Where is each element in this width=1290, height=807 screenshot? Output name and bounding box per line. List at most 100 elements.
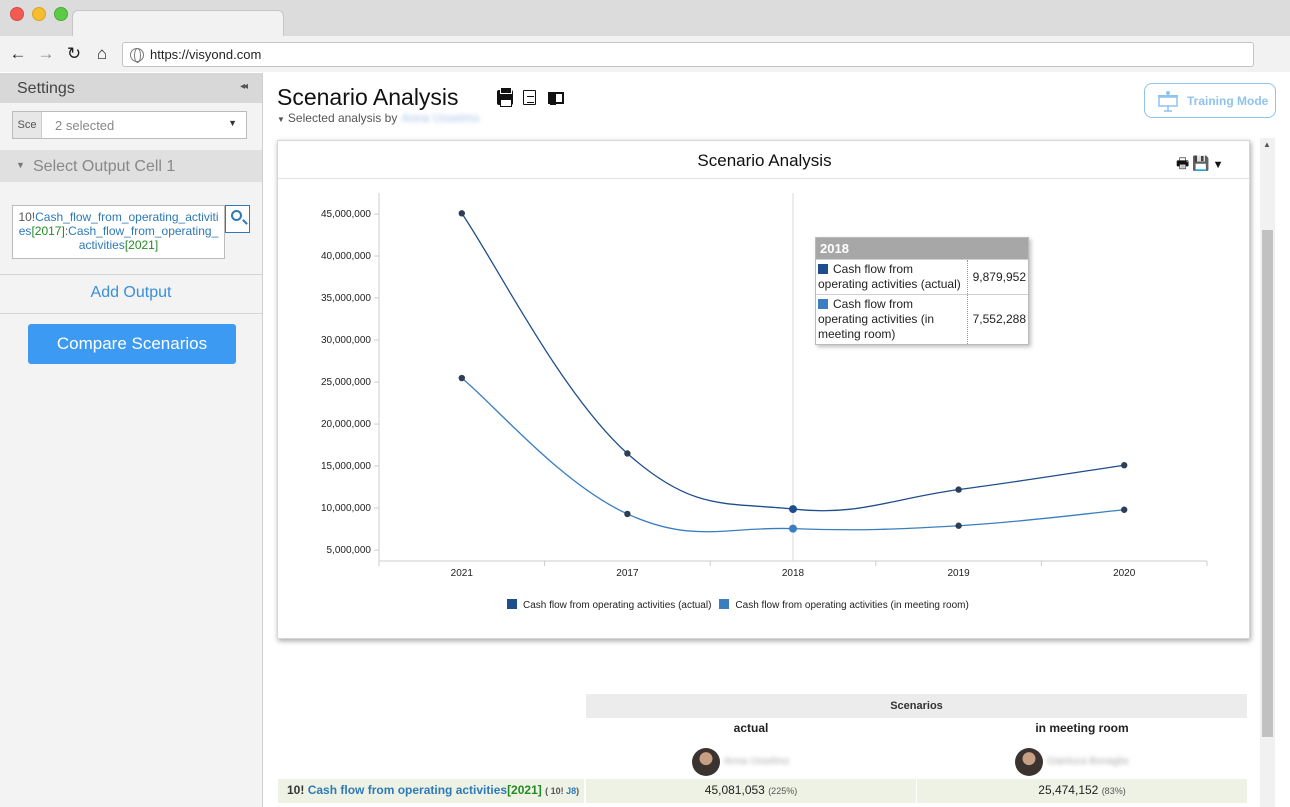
cell-search-button[interactable] — [225, 205, 250, 233]
cell-percent: (225%) — [768, 786, 798, 796]
address-bar[interactable]: https://visyond.com — [122, 42, 1254, 67]
add-output-link[interactable]: Add Output — [0, 284, 262, 302]
divider — [0, 313, 262, 314]
row-prefix: 10! — [287, 783, 305, 797]
caret-down-icon: ▼ — [228, 118, 237, 128]
cell-value: 25,474,152 — [1038, 783, 1099, 797]
export-document-icon[interactable] — [523, 90, 536, 105]
cell-value: 45,081,053 — [704, 783, 765, 797]
browser-chrome: ← → ↻ ⌂ https://visyond.com — [0, 0, 1290, 72]
chart-card: Scenario Analysis 🖶 💾 ▼ 5,000,000 10,000,00… — [277, 140, 1250, 639]
scenario-select-prefix: Sce — [13, 112, 42, 138]
tooltip-series-value: 7,552,288 — [972, 312, 1026, 326]
tooltip-header: 2018 — [816, 238, 1028, 259]
tooltip-series-name: Cash flow from operating activities (in … — [818, 297, 935, 341]
output-cell-input[interactable]: 10!Cash_flow_from_operating_activities[2… — [12, 205, 225, 259]
book-icon[interactable] — [548, 92, 564, 105]
output-cell-section-label: Select Output Cell 1 — [33, 158, 176, 175]
row-ref-prefix: ( 10! — [545, 786, 564, 796]
row-year: [2021] — [507, 783, 542, 797]
data-point — [789, 505, 797, 514]
forward-arrow-icon[interactable]: → — [36, 44, 56, 64]
avatar — [1015, 748, 1043, 776]
training-mode-button[interactable]: Training Mode — [1144, 83, 1276, 118]
table-cell: 45,081,053 (225%) — [586, 779, 916, 803]
back-arrow-icon[interactable]: ← — [8, 44, 28, 64]
x-tick-label: 2019 — [947, 568, 970, 579]
tooltip-series-value: 9,879,952 — [972, 269, 1026, 284]
search-icon — [231, 210, 242, 221]
scenario-column-meeting-room: in meeting room — [1035, 721, 1129, 735]
settings-sidebar: Settings ◂◂ Sce 2 selected ▼ ▼ Select Ou… — [0, 73, 263, 807]
maximize-window-button[interactable] — [54, 7, 68, 21]
analyst-name: Anna Usselmo — [401, 111, 480, 125]
chart-tooltip: 2018 Cash flow from operating activities… — [815, 237, 1029, 345]
legend-item[interactable]: Cash flow from operating activities (in … — [719, 599, 969, 611]
globe-icon — [130, 48, 144, 63]
caret-down-icon: ▼ — [277, 115, 285, 124]
y-tick-label: 15,000,000 — [321, 461, 371, 472]
close-window-button[interactable] — [10, 7, 24, 21]
y-tick-label: 30,000,000 — [321, 335, 371, 346]
scenario-column-actual: actual — [733, 721, 769, 735]
minimize-window-button[interactable] — [32, 7, 46, 21]
y-tick-label: 25,000,000 — [321, 377, 371, 388]
browser-tab[interactable] — [72, 10, 284, 37]
row-ref-suffix: ) — [576, 786, 580, 796]
x-tick-label: 2021 — [451, 568, 474, 579]
cell-ref-year-1: [2017] — [31, 224, 65, 238]
scrollbar-thumb[interactable] — [1262, 230, 1273, 737]
x-tick-label: 2018 — [782, 568, 805, 579]
print-icon[interactable] — [497, 87, 513, 107]
data-point — [458, 210, 465, 217]
tooltip-row: Cash flow from operating activities (in … — [816, 294, 1028, 344]
y-tick-label: 20,000,000 — [321, 419, 371, 430]
cell-percent: (83%) — [1101, 786, 1126, 796]
series-swatch — [818, 264, 828, 274]
scroll-up-arrow-icon[interactable]: ▲ — [1263, 140, 1271, 149]
legend-item[interactable]: Cash flow from operating activities (act… — [507, 599, 712, 611]
compare-scenarios-button[interactable]: Compare Scenarios — [28, 324, 236, 364]
settings-title: Settings — [17, 80, 75, 97]
line-chart: 5,000,000 10,000,000 15,000,000 20,000,000 2… — [321, 193, 1208, 579]
scenario-user-name: Gianluca Bonaglia — [1047, 756, 1129, 767]
data-point — [458, 374, 465, 382]
avatar — [692, 748, 720, 776]
data-point — [1121, 462, 1128, 469]
x-tick-label: 2020 — [1113, 568, 1136, 579]
x-tick-label: 2017 — [616, 568, 639, 579]
scenario-user-name: Anna Usselmo — [724, 756, 790, 767]
cell-ref-prefix: 10! — [18, 210, 36, 224]
legend-label: Cash flow from operating activities (act… — [523, 600, 712, 611]
output-cell-section-header[interactable]: ▼ Select Output Cell 1 — [0, 150, 262, 182]
divider — [0, 274, 262, 275]
series-swatch — [818, 299, 828, 309]
tooltip-row: Cash flow from operating activities (act… — [816, 259, 1028, 294]
reload-icon[interactable]: ↻ — [64, 44, 84, 64]
home-icon[interactable]: ⌂ — [92, 44, 112, 64]
y-tick-label: 5,000,000 — [327, 545, 372, 556]
page-title: Scenario Analysis — [277, 84, 459, 110]
table-cell: 25,474,152 (83%) — [917, 779, 1247, 803]
legend-label: Cash flow from operating activities (in … — [735, 600, 969, 611]
y-tick-label: 10,000,000 — [321, 503, 371, 514]
row-ref-cell[interactable]: J8 — [566, 786, 576, 796]
settings-header: Settings ◂◂ — [0, 73, 262, 103]
y-tick-label: 35,000,000 — [321, 293, 371, 304]
data-point — [1121, 506, 1128, 513]
scenario-select-value: 2 selected — [55, 118, 115, 133]
table-row-label: 10! Cash flow from operating activities[… — [278, 779, 584, 803]
analysis-subtitle[interactable]: ▼ Selected analysis by Anna Usselmo — [277, 111, 479, 125]
chart-legend: Cash flow from operating activities (act… — [507, 599, 977, 611]
scenarios-group-header: Scenarios — [586, 694, 1247, 718]
y-tick-label: 45,000,000 — [321, 209, 371, 220]
scenario-select[interactable]: Sce 2 selected ▼ — [12, 111, 247, 139]
tooltip-series-name: Cash flow from operating activities (act… — [818, 262, 961, 291]
training-mode-label: Training Mode — [1187, 94, 1269, 108]
row-link[interactable]: Cash flow from operating activities — [308, 783, 507, 797]
data-point — [624, 510, 631, 518]
collapse-sidebar-icon[interactable]: ◂◂ — [240, 81, 248, 92]
triangle-down-icon: ▼ — [16, 160, 25, 170]
data-point — [955, 486, 962, 493]
subtitle-prefix: Selected analysis by — [287, 111, 398, 125]
